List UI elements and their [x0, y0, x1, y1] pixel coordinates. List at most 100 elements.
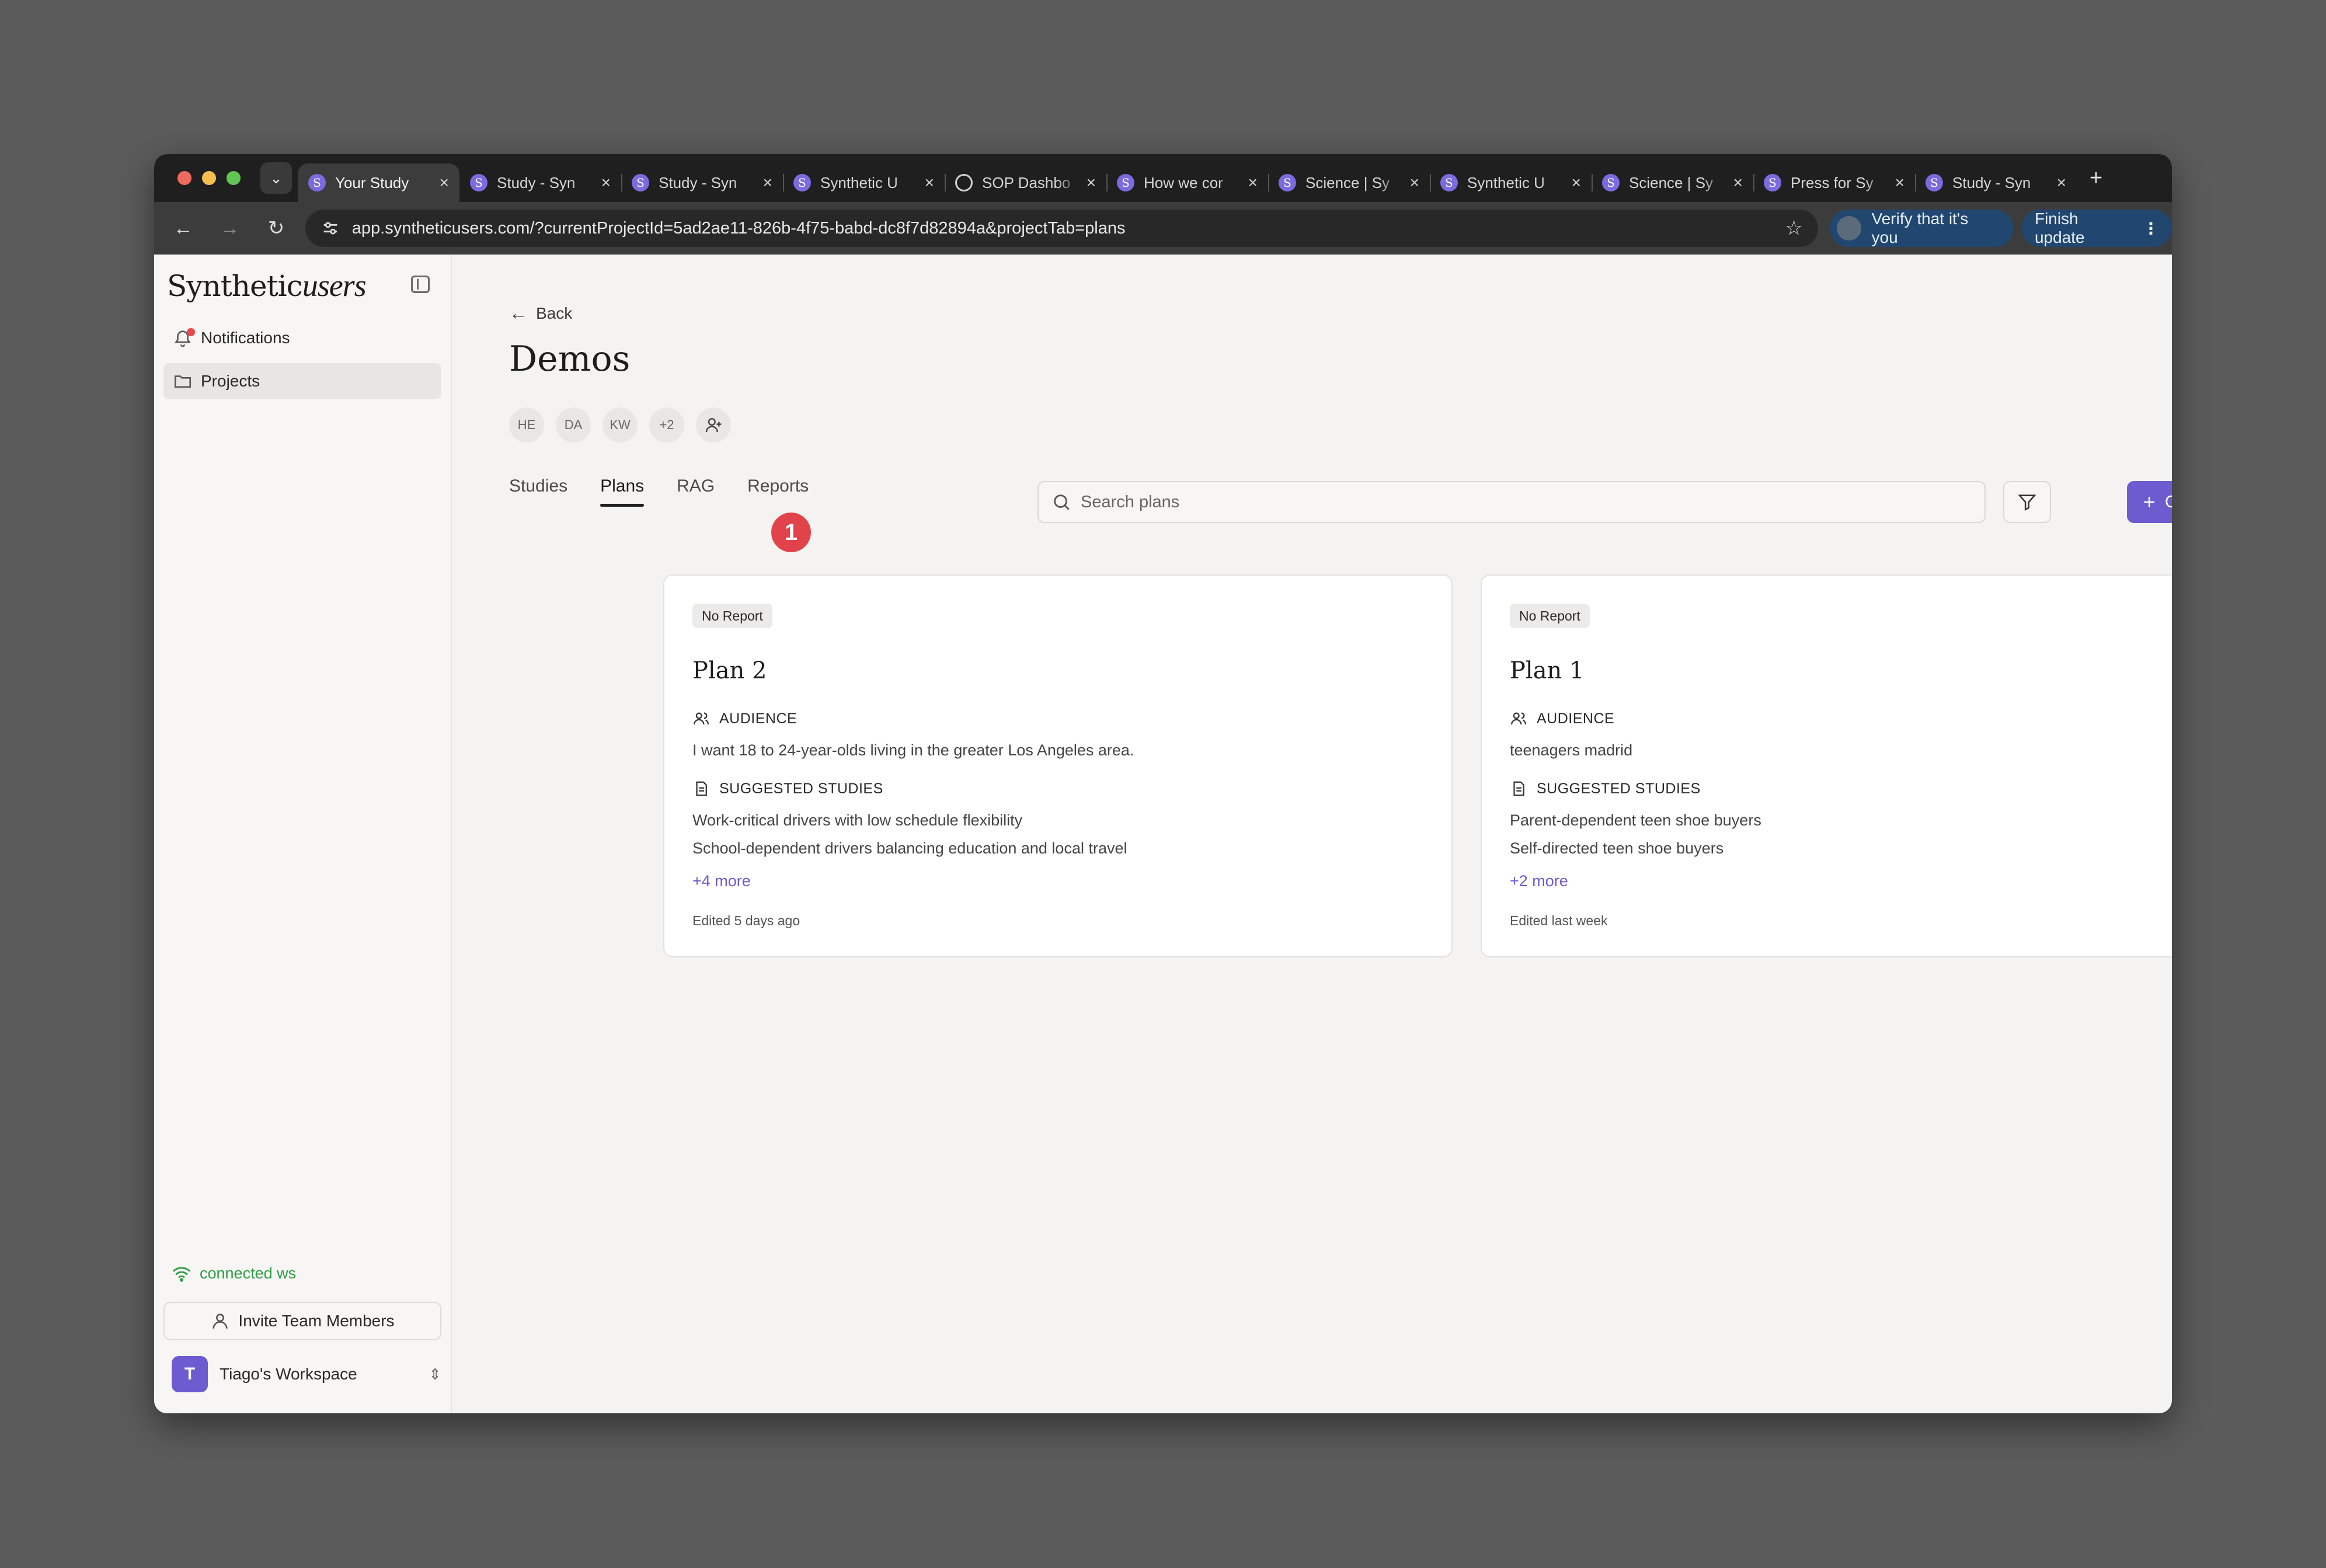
plan-card[interactable]: No Report Plan 1 AUDIENCE teenagers madr… — [1481, 574, 2172, 957]
close-tab-icon[interactable]: × — [601, 173, 611, 192]
page-title: Demos — [509, 339, 631, 379]
tab-title: Science | Sy — [1629, 173, 1714, 191]
site-settings-icon[interactable] — [321, 218, 340, 238]
verify-label: Verify that it's you — [1871, 210, 1969, 246]
audience-text: teenagers madrid — [1510, 741, 1633, 759]
back-link[interactable]: ← Back — [509, 302, 572, 324]
document-icon — [1513, 781, 1524, 796]
member-avatar[interactable]: DA — [556, 407, 591, 442]
workspace-switcher[interactable]: T Tiago's Workspace ⇕ — [172, 1356, 441, 1393]
plan-card[interactable]: No Report Plan 2 AUDIENCE I want 18 to 2… — [663, 574, 1453, 957]
suggested-studies-heading: SUGGESTED STUDIES — [692, 780, 883, 797]
browser-tab[interactable]: S Science | Sy × — [1268, 163, 1430, 202]
edited-timestamp: Edited 5 days ago — [692, 913, 800, 928]
browser-tab[interactable]: S Science | Sy × — [1592, 163, 1753, 202]
browser-tab[interactable]: S How we cor × — [1106, 163, 1268, 202]
invite-team-members-button[interactable]: Invite Team Members — [163, 1302, 441, 1340]
plan-title: Plan 1 — [1510, 657, 1585, 684]
connection-status: connected ws — [172, 1264, 296, 1283]
browser-toolbar: ← → ↻ app.syntheticusers.com/?currentPro… — [154, 202, 2172, 255]
sidebar-item-projects[interactable]: Projects — [163, 363, 441, 399]
suggested-study: Work-critical drivers with low schedule … — [692, 811, 1023, 829]
address-bar[interactable]: app.syntheticusers.com/?currentProjectId… — [305, 210, 1818, 247]
tab-rag[interactable]: RAG — [677, 476, 715, 507]
edited-timestamp: Edited last week — [1510, 913, 1608, 928]
close-tab-icon[interactable]: × — [1248, 173, 1258, 192]
browser-tab[interactable]: S Your Study × — [298, 163, 459, 202]
more-studies-link[interactable]: +4 more — [692, 872, 751, 890]
suggested-study: Self-directed teen shoe buyers — [1510, 839, 1724, 857]
close-tab-icon[interactable]: × — [1087, 173, 1096, 192]
status-badge: No Report — [692, 604, 772, 628]
finish-update-label: Finish update — [2034, 210, 2085, 246]
forward-nav-button[interactable]: → — [207, 217, 253, 240]
reload-button[interactable]: ↻ — [253, 217, 300, 240]
tab-search-button[interactable]: ⌄ — [260, 162, 292, 194]
favicon-icon: S — [1117, 174, 1134, 191]
browser-tab[interactable]: S Study - Syn × — [621, 163, 783, 202]
favicon-icon: S — [1602, 174, 1620, 191]
plus-icon: + — [2143, 490, 2156, 514]
new-tab-button[interactable]: + — [2090, 166, 2102, 191]
more-studies-link[interactable]: +2 more — [1510, 872, 1568, 890]
close-tab-icon[interactable]: × — [1733, 173, 1743, 192]
user-plus-icon — [705, 418, 722, 433]
favicon-icon: S — [1440, 174, 1458, 191]
sidebar: Syntheticusers Notifications Projects co… — [154, 255, 452, 1413]
plan-title: Plan 2 — [692, 657, 767, 684]
tab-plans[interactable]: Plans — [600, 476, 645, 507]
favicon-icon: S — [632, 174, 649, 191]
create-plan-button[interactable]: + Create Plan — [2127, 481, 2172, 523]
browser-tab[interactable]: S Study - Syn × — [459, 163, 621, 202]
tab-title: Synthetic U — [820, 173, 898, 191]
close-tab-icon[interactable]: × — [763, 173, 772, 192]
project-tabs: Studies Plans RAG Reports — [509, 476, 809, 507]
bookmark-star-icon[interactable]: ☆ — [1785, 217, 1802, 240]
browser-tab[interactable]: S Press for Sy × — [1753, 163, 1915, 202]
main-content: ← Back Demos HE DA KW +2 Studies Plans R… — [452, 255, 2172, 1413]
brand-logo[interactable]: Syntheticusers — [167, 267, 367, 304]
brand-script-text: users — [302, 268, 367, 303]
tab-list: S Your Study × S Study - Syn × S Study - Syn × S S… — [298, 154, 2077, 202]
audience-text: I want 18 to 24-year-olds living in the … — [692, 741, 1134, 759]
connection-status-text: connected ws — [200, 1264, 297, 1282]
favicon-icon: S — [470, 174, 488, 191]
close-tab-icon[interactable]: × — [2057, 173, 2066, 192]
browser-tab[interactable]: S Study - Syn × — [1915, 163, 2077, 202]
member-avatar[interactable]: HE — [509, 407, 544, 442]
tab-reports[interactable]: Reports — [747, 476, 809, 507]
tab-studies[interactable]: Studies — [509, 476, 567, 507]
member-avatar[interactable]: KW — [603, 407, 638, 442]
search-input[interactable]: Search plans — [1037, 481, 1986, 523]
sidebar-item-notifications[interactable]: Notifications — [163, 320, 441, 356]
audience-heading: AUDIENCE — [1510, 710, 1614, 727]
close-tab-icon[interactable]: × — [925, 173, 934, 192]
add-member-button[interactable] — [696, 407, 731, 442]
sidebar-collapse-icon[interactable] — [411, 276, 430, 293]
browser-tab[interactable]: S Synthetic U × — [783, 163, 945, 202]
back-nav-button[interactable]: ← — [160, 217, 207, 240]
more-vert-icon: ⋮ — [2143, 219, 2159, 238]
search-placeholder: Search plans — [1081, 492, 1180, 511]
tab-title: Your Study — [335, 173, 409, 191]
close-tab-icon[interactable]: × — [1410, 173, 1419, 192]
close-tab-icon[interactable]: × — [440, 173, 449, 192]
filter-button[interactable] — [2003, 481, 2051, 523]
browser-tab[interactable]: S Synthetic U × — [1430, 163, 1592, 202]
invite-label: Invite Team Members — [238, 1312, 395, 1330]
finish-update-button[interactable]: Finish update ⋮ — [2021, 210, 2172, 247]
browser-tab[interactable]: SOP Dashbo × — [945, 163, 1106, 202]
tab-title: Study - Syn — [497, 173, 576, 191]
close-tab-icon[interactable]: × — [1572, 173, 1581, 192]
workspace-name: Tiago's Workspace — [220, 1365, 357, 1383]
url-text: app.syntheticusers.com/?currentProjectId… — [351, 218, 1126, 238]
verify-identity-button[interactable]: Verify that it's you — [1829, 210, 2014, 247]
close-tab-icon[interactable]: × — [1895, 173, 1904, 192]
workspace-avatar: T — [172, 1356, 208, 1392]
close-window-button[interactable] — [177, 171, 191, 185]
more-members-avatar[interactable]: +2 — [649, 407, 684, 442]
sidebar-item-label: Notifications — [201, 329, 290, 347]
minimize-window-button[interactable] — [202, 171, 216, 185]
zoom-window-button[interactable] — [227, 171, 241, 185]
filter-icon — [2018, 494, 2036, 511]
